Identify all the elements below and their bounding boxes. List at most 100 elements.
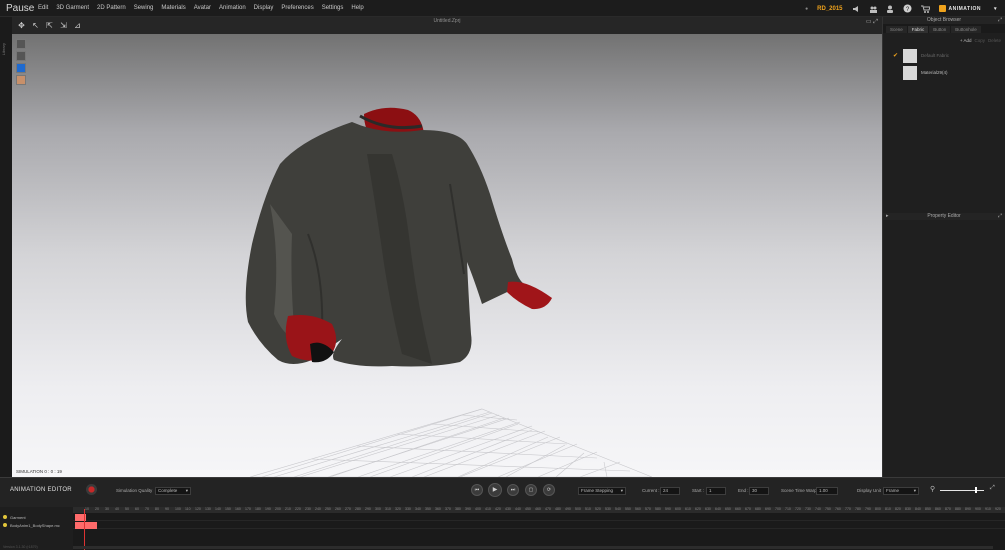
collapse-arrow-icon[interactable]: ▸ [886,213,889,220]
playhead[interactable] [84,509,85,550]
ruler-tick-label: 100 [175,507,181,511]
ruler-tick-label: 420 [495,507,501,511]
display-unit-label: Display Unit [857,488,882,493]
ruler-tick-label: 680 [755,507,761,511]
fabric-list-item[interactable]: Material29(4) [883,64,1005,81]
panel-pin-icon[interactable]: ⤢ [998,213,1002,220]
ruler-tick-label: 140 [215,507,221,511]
ruler-tick-label: 530 [605,507,611,511]
fabric-name: Default Fabric [921,53,950,58]
fabric-swatch [903,48,917,63]
ruler-tick-label: 240 [315,507,321,511]
timeline-scrollbar[interactable] [73,546,993,549]
ruler-tick-label: 70 [145,507,149,511]
ruler-tick-label: 640 [715,507,721,511]
menu-sewing[interactable]: Sewing [134,5,154,11]
end-frame-field[interactable]: 30 [749,487,769,495]
ruler-tick-label: 610 [685,507,691,511]
garment-color-icon[interactable] [16,63,26,73]
menu-help[interactable]: Help [351,5,363,11]
avatar-display-icon[interactable] [16,75,26,85]
help-icon[interactable]: ? [903,4,912,13]
menu-materials[interactable]: Materials [161,5,185,11]
fold-icon[interactable]: ⇲ [59,21,68,30]
menu-edit[interactable]: Edit [38,5,48,11]
cart-icon[interactable] [920,5,930,13]
library-tab[interactable]: Library [1,43,11,55]
menu-3d-garment[interactable]: 3D Garment [56,5,89,11]
user-name[interactable]: RD_2015 [817,6,842,12]
add-fabric-button[interactable]: + Add [960,38,972,43]
menu-settings[interactable]: Settings [322,5,344,11]
tab-buttonhole[interactable]: Buttonhole [951,26,981,33]
window-controls-icon[interactable]: ▭ ⤢ [866,18,878,26]
tab-scene[interactable]: Scene [886,26,907,33]
record-button[interactable]: ▢ [525,484,537,496]
menu-2d-pattern[interactable]: 2D Pattern [97,5,126,11]
front-view-icon[interactable] [16,39,26,49]
ruler-tick-label: 190 [265,507,271,511]
play-button[interactable]: ▶ [488,483,502,497]
timeline-zoom-thumb[interactable] [975,487,977,493]
menu-animation[interactable]: Animation [219,5,246,11]
ruler-tick-label: 310 [385,507,391,511]
ruler-tick-label: 840 [915,507,921,511]
ruler-tick-label: 750 [825,507,831,511]
ruler-tick-label: 130 [205,507,211,511]
keyframe-block[interactable] [75,522,97,529]
start-frame-field[interactable]: 1 [706,487,726,495]
go-to-start-button[interactable]: ⏮ [471,484,483,496]
select-mesh-icon[interactable]: ✥ [17,21,26,30]
timeline-zoom-slider[interactable] [940,490,984,491]
sim-quality-select[interactable]: Complete ▾ [155,487,191,495]
track-area[interactable] [73,513,1005,550]
track-visibility-icon[interactable] [3,523,7,527]
status-title: Pause [6,2,35,14]
ruler-tick-label: 410 [485,507,491,511]
ruler-tick-label: 10 [85,507,89,511]
mode-selector[interactable]: ANIMATION ▾ [938,5,997,12]
track-row[interactable]: BodyAnim1_BodyShape.mc [0,521,73,529]
panel-pin-icon[interactable]: ⤢ [998,17,1002,24]
track-row[interactable]: Garment [0,513,73,521]
ruler-tick-label: 690 [765,507,771,511]
avatar-view-icon[interactable] [16,51,26,61]
fold-arrangement-icon[interactable]: ↖ [31,21,40,30]
track-name: BodyAnim1_BodyShape.mc [10,522,60,528]
copy-fabric-button[interactable]: Copy [974,38,985,43]
pin-icon[interactable]: ⊿ [73,21,82,30]
time-warp-field[interactable]: 1.00 [816,487,838,495]
ruler-tick-label: 720 [795,507,801,511]
loop-button[interactable]: ⟳ [543,484,555,496]
display-unit-select[interactable]: Frame ▾ [883,487,919,495]
expand-icon[interactable]: ⤢ [990,485,995,492]
tab-button[interactable]: Button [929,26,951,33]
record-icon[interactable] [86,484,97,495]
ruler-tick-label: 570 [645,507,651,511]
crowd-icon[interactable] [869,5,877,13]
ruler-tick-label: 370 [445,507,451,511]
ruler-tick-label: 390 [465,507,471,511]
menu-display[interactable]: Display [254,5,274,11]
speaker-icon[interactable] [852,5,860,13]
track-lane [73,521,1005,529]
track-visibility-icon[interactable] [3,515,7,519]
menu-avatar[interactable]: Avatar [194,5,211,11]
move-icon[interactable]: ⇱ [45,21,54,30]
3d-viewport[interactable]: SIMULATION 0 : 0 : 19 [12,34,882,477]
fabric-list-item[interactable]: ✔ Default Fabric [883,47,1005,64]
menu-preferences[interactable]: Preferences [281,5,313,11]
user-icon[interactable] [886,5,894,13]
delete-fabric-button[interactable]: Delete [988,38,1001,43]
track-list: Garment BodyAnim1_BodyShape.mc Version 3… [0,507,73,550]
ruler-tick-label: 20 [95,507,99,511]
ruler-tick-label: 470 [545,507,551,511]
track-lane [73,513,1005,521]
current-frame-field[interactable]: 24 [660,487,680,495]
floor-grid [249,408,653,477]
ruler-tick-label: 920 [995,507,1001,511]
frame-mode-select[interactable]: Frame Stepping ▾ [578,487,626,495]
tab-fabric[interactable]: Fabric [907,26,929,33]
go-to-end-button[interactable]: ⏭ [507,484,519,496]
ruler-tick-label: 160 [235,507,241,511]
